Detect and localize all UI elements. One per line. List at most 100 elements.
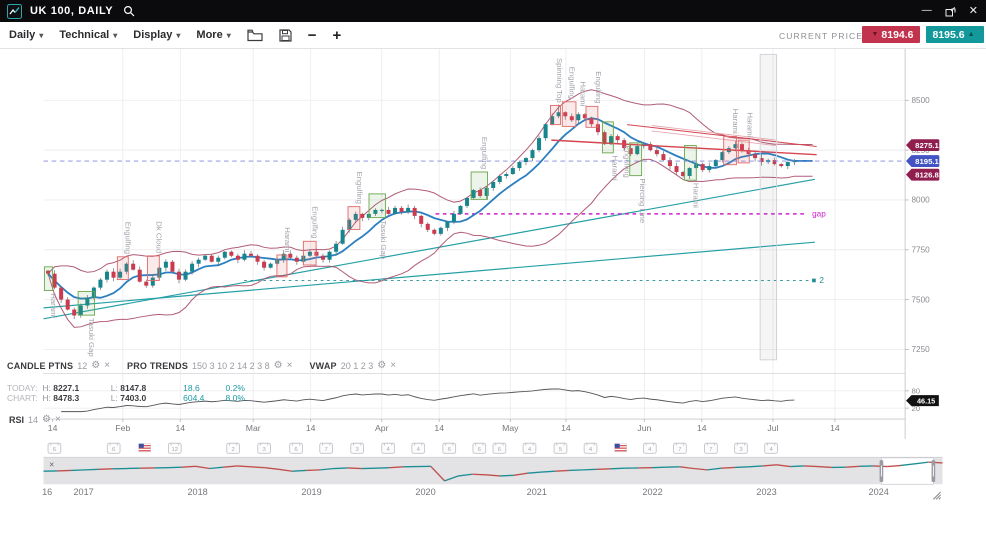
- price-tick-label: 7750: [912, 245, 931, 254]
- close-button[interactable]: ✕: [969, 6, 978, 17]
- pattern-box: [471, 172, 487, 199]
- calendar-event-icon[interactable]: 6: [107, 443, 120, 453]
- pattern-label: Dk Cloud: [155, 221, 164, 253]
- trend-line[interactable]: [627, 125, 817, 147]
- calendar-event-icon[interactable]: 7: [674, 443, 687, 453]
- calendar-event-icon[interactable]: 6: [443, 443, 456, 453]
- time-axis[interactable]: 14Feb14Mar14Apr14May14Jun14Jul14: [48, 419, 840, 433]
- pattern-box: [303, 241, 316, 265]
- year-label: 2018: [187, 487, 207, 497]
- pattern-box: [117, 257, 128, 280]
- calendar-event-icon[interactable]: 7: [320, 443, 333, 453]
- gear-icon[interactable]: ⚙: [274, 361, 283, 371]
- indicator-params: 150 3 10 2 14 2 3 8: [192, 361, 270, 371]
- pattern-label: Harami: [579, 81, 588, 106]
- calendar-event-icon[interactable]: 4: [643, 443, 656, 453]
- chart-canvas[interactable]: gap2HaramiEngulfingDk CloudTasuki GapHar…: [0, 48, 986, 544]
- pattern-box: [550, 105, 560, 124]
- calendar-event-icon[interactable]: 4: [523, 443, 536, 453]
- year-label: 2022: [642, 487, 662, 497]
- gear-icon[interactable]: ⚙: [91, 361, 100, 371]
- menu-technical[interactable]: Technical▾: [59, 29, 117, 41]
- navigator-track[interactable]: [44, 458, 943, 484]
- restore-button[interactable]: [945, 6, 956, 17]
- us-flag-icon[interactable]: [139, 444, 151, 452]
- indicator-name: PRO TRENDS: [127, 361, 188, 371]
- calendar-event-icon[interactable]: 3: [735, 443, 748, 453]
- indicator-params: 14: [28, 415, 38, 425]
- pattern-label: Engulfing: [124, 222, 133, 254]
- menu-display[interactable]: Display▾: [133, 29, 180, 41]
- highlight-band[interactable]: [760, 54, 776, 359]
- time-tick-label: Jul: [767, 423, 778, 433]
- calendar-event-icon[interactable]: 4: [382, 443, 395, 453]
- main-toolbar: Daily▾ Technical▾ Display▾ More▾ − + CUR…: [0, 22, 986, 49]
- us-flag-icon[interactable]: [615, 444, 627, 452]
- minimize-button[interactable]: —: [922, 6, 932, 16]
- chevron-down-icon: ▾: [227, 31, 231, 40]
- calendar-event-icon[interactable]: 3: [258, 443, 271, 453]
- zoom-in-button[interactable]: +: [332, 28, 341, 43]
- close-icon[interactable]: ×: [287, 361, 293, 371]
- pattern-label: Piercing Line: [638, 178, 647, 223]
- chart-stats-row: CHART: H: 8478.3 L: 7403.0 604.4 8.0%: [7, 393, 245, 403]
- pattern-label: Engulfing: [594, 71, 603, 103]
- event-count: 7: [709, 447, 712, 453]
- close-icon[interactable]: ×: [390, 361, 396, 371]
- close-icon[interactable]: ×: [55, 415, 61, 425]
- moving-average-line: [48, 118, 813, 298]
- close-icon[interactable]: ×: [104, 361, 110, 371]
- time-tick-label: Feb: [115, 423, 130, 433]
- zoom-out-button[interactable]: −: [308, 28, 317, 43]
- current-price-label: CURRENT PRICE:: [779, 31, 867, 41]
- calendar-event-icon[interactable]: 4: [412, 443, 425, 453]
- time-tick-label: Mar: [246, 423, 261, 433]
- year-label: 2021: [527, 487, 547, 497]
- pattern-box: [738, 140, 749, 163]
- today-stats-row: TODAY: H: 8227.1 L: 8147.8 18.6 0.2%: [7, 383, 245, 393]
- search-icon[interactable]: [123, 5, 136, 18]
- pattern-label: Harami: [49, 293, 58, 318]
- resize-grip[interactable]: [933, 492, 940, 499]
- calendar-event-icon[interactable]: 12: [168, 443, 181, 453]
- pattern-label: Harami: [731, 109, 740, 134]
- price-axis[interactable]: 850082508000775075007250: [905, 96, 930, 354]
- pattern-label: Engulfing: [355, 172, 364, 204]
- pattern-label: Spinning Top: [555, 58, 564, 103]
- time-tick-label: May: [502, 423, 519, 433]
- menu-more[interactable]: More▾: [196, 29, 230, 41]
- pattern-label: Harami: [283, 227, 292, 252]
- chevron-down-icon: ▾: [176, 31, 180, 40]
- menu-daily[interactable]: Daily▾: [9, 29, 43, 41]
- calendar-event-icon[interactable]: 6: [290, 443, 303, 453]
- calendar-event-icon[interactable]: 6: [473, 443, 486, 453]
- time-tick-label: 14: [175, 423, 185, 433]
- calendar-event-icon[interactable]: 5: [554, 443, 567, 453]
- navigator[interactable]: 1620172018201920202021202220232024×: [42, 457, 942, 499]
- pattern-box: [562, 102, 576, 127]
- year-label: 2019: [301, 487, 321, 497]
- pattern-box: [277, 255, 287, 277]
- gear-icon[interactable]: ⚙: [42, 415, 51, 425]
- year-label: 2020: [415, 487, 435, 497]
- save-icon[interactable]: [279, 29, 292, 42]
- level-label: 2: [819, 276, 824, 285]
- gear-icon[interactable]: ⚙: [377, 361, 386, 371]
- row-label: TODAY:: [7, 383, 40, 393]
- event-count: 12: [172, 447, 179, 453]
- pattern-box: [602, 122, 613, 153]
- calendar-event-icon[interactable]: 3: [351, 443, 364, 453]
- pattern-box: [630, 143, 642, 176]
- calendar-event-icon[interactable]: 2: [227, 443, 240, 453]
- open-folder-icon[interactable]: [247, 29, 263, 42]
- time-tick-label: Jun: [637, 423, 651, 433]
- year-label: 2017: [73, 487, 93, 497]
- event-markers: 6612236734466645447734: [48, 443, 777, 453]
- calendar-event-icon[interactable]: 4: [765, 443, 778, 453]
- calendar-event-icon[interactable]: 6: [48, 443, 61, 453]
- calendar-event-icon[interactable]: 6: [493, 443, 506, 453]
- calendar-event-icon[interactable]: 4: [584, 443, 597, 453]
- legend-candle-ptns: CANDLE PTNS 12 ⚙ ×: [7, 361, 110, 371]
- calendar-event-icon[interactable]: 7: [705, 443, 718, 453]
- today-change: 18.6: [183, 383, 223, 393]
